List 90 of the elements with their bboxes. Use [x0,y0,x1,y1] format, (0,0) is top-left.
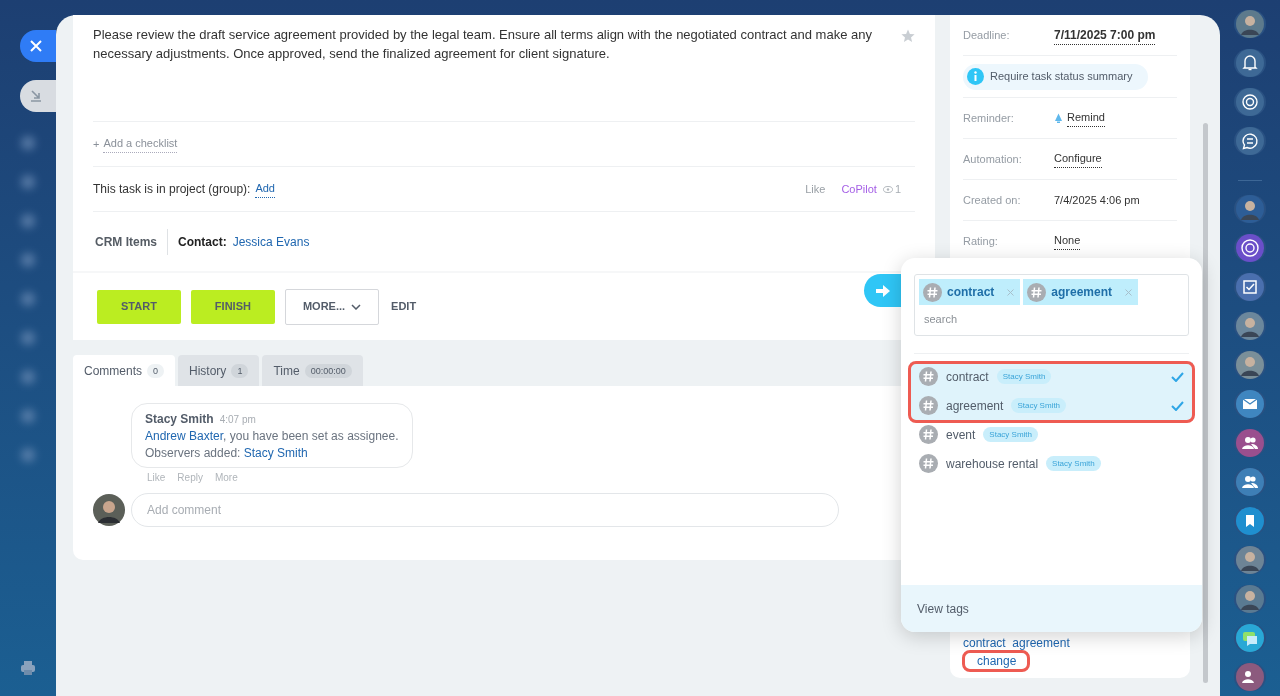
tag-chip[interactable]: contract [919,279,1021,305]
field-label: Automation: [963,151,1023,167]
bookmark-icon[interactable] [1236,507,1264,535]
field-link[interactable]: Configure [1054,150,1102,168]
add-checklist-link[interactable]: Add a checklist [103,135,178,153]
close-button[interactable] [20,30,56,62]
add-project-link[interactable]: Add [255,180,275,198]
user-link[interactable]: Andrew Baxter [145,429,224,443]
group-icon[interactable] [1236,429,1264,457]
target-icon[interactable] [1236,234,1264,262]
hash-icon [1027,282,1047,302]
tab[interactable]: History 1 [178,355,260,386]
status-summary-notice[interactable]: Require task status summary [963,63,1149,90]
search-field[interactable]: search [924,311,984,328]
author-badge: Stacy Smith [996,369,1052,384]
field-link[interactable]: None [1054,232,1081,250]
collapse-button[interactable] [20,80,56,112]
deadline-value[interactable]: 7/11/2025 7:00 pm [1054,25,1156,45]
target-icon[interactable] [1236,88,1264,116]
view-tags-link[interactable]: View tags [917,599,969,618]
avatar[interactable] [1236,546,1264,574]
more-button[interactable]: MORE... [284,288,380,325]
bell-icon [1054,113,1063,123]
views-count: 1 [882,180,901,198]
author-badge: Stacy Smith [1046,456,1101,471]
field-label: Created on: [963,192,1022,208]
avatar[interactable] [1236,351,1264,379]
tag-chip[interactable]: agreement [1023,279,1139,305]
checkbox-icon[interactable] [1236,273,1264,301]
comment-author[interactable]: Stacy Smith [145,410,214,428]
hash-icon [923,282,942,302]
bell-icon[interactable] [1236,49,1264,77]
tab[interactable]: Comments 0 [73,355,176,386]
remind-link[interactable]: Remind [1067,109,1105,127]
field-value: 7/4/2025 4:06 pm [1054,192,1140,208]
project-label: This task is in project (group): [93,181,251,198]
user-link[interactable]: Stacy Smith [243,446,308,460]
hash-icon [919,454,938,473]
mail-icon[interactable] [1236,390,1264,418]
tab[interactable]: Time 00:00:00 [262,355,363,386]
comment-field[interactable]: Add comment [131,493,839,527]
action-button[interactable]: START [97,289,181,324]
print-icon[interactable] [20,660,36,676]
tag-option[interactable]: agreement Stacy Smith [910,391,1193,420]
copilot-link[interactable]: CoPilot [841,180,877,198]
comment-time: 4:07 pm [219,413,256,427]
star-icon[interactable] [901,29,915,43]
count-badge: 0 [147,363,165,378]
tag-option[interactable]: contract Stacy Smith [910,362,1193,391]
count-badge: 1 [231,363,249,378]
action-button[interactable]: FINISH [190,289,275,324]
checkmark-icon [1171,400,1184,411]
highlight-outline [962,650,1031,672]
user-avatar [93,494,125,526]
chevron-down-icon [351,303,362,310]
avatar[interactable] [1236,10,1264,38]
comment-text: Observers added: Stacy Smith [145,445,309,462]
group-icon[interactable] [1236,468,1264,496]
field-label: Rating: [963,233,999,249]
contact-link[interactable]: Jessica Evans [232,232,310,251]
tag-option[interactable]: warehouse rental Stacy Smith [910,449,1193,478]
contact-label: Contact: [178,233,227,251]
info-icon [967,68,984,85]
avatar[interactable] [1236,195,1264,223]
arrow-right-icon [876,284,890,297]
chat-icon[interactable] [1236,127,1264,155]
tag-option[interactable]: event Stacy Smith [910,420,1193,449]
group-icon[interactable] [1236,663,1264,691]
close-icon [30,40,42,52]
comment-text: Andrew Baxter, you have been set as assignee. [145,428,399,445]
author-badge: Stacy Smith [1011,398,1067,413]
task-description: Please review the draft service agreement provided by the legal team. Ensure all terms align with the negotiated contract and make any necessary adjustments. Once approved, send the finalized agreement for client signature. [93,26,873,63]
avatar[interactable] [1236,312,1264,340]
hash-icon [919,425,938,444]
hash-icon [919,367,938,386]
count-badge: 00:00:00 [304,363,352,378]
checkmark-icon [1171,371,1184,382]
avatar[interactable] [1236,585,1264,613]
minimize-icon [30,90,42,102]
edit-link[interactable]: EDIT [389,298,419,315]
hash-icon [919,396,938,415]
chat-icon[interactable] [1236,624,1264,652]
change-link[interactable]: change [963,650,1031,672]
field-label: Deadline: [963,27,1011,43]
tags-value: contract agreement [963,636,1071,650]
tag-input-field[interactable]: contract agreement search [914,274,1189,336]
author-badge: Stacy Smith [983,427,1039,442]
field-label: Reminder: [963,110,1015,126]
plus-sign: + [93,136,100,152]
crm-items-label: CRM Items [93,228,168,255]
